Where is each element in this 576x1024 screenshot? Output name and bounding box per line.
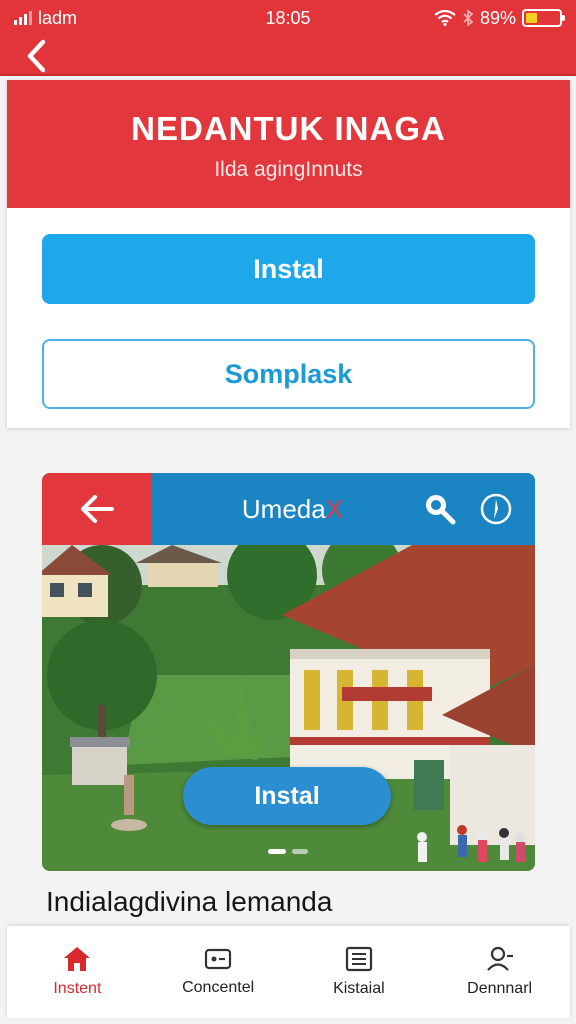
battery-icon <box>522 9 565 27</box>
pager-dot-active[interactable] <box>268 849 286 854</box>
secondary-button[interactable]: Somplask <box>42 339 535 409</box>
person-icon <box>486 946 514 972</box>
tab-concentel[interactable]: Concentel <box>148 926 289 1018</box>
tab-kistaial[interactable]: Kistaial <box>289 926 430 1018</box>
tab-label: Concentel <box>182 979 255 996</box>
arrow-left-icon <box>79 494 115 524</box>
chevron-left-icon <box>25 39 47 73</box>
nav-header <box>0 36 576 76</box>
status-bar: ladm 18:05 89% <box>0 0 576 36</box>
list-icon <box>345 946 373 972</box>
status-left: ladm <box>14 8 77 29</box>
install-button[interactable]: Instal <box>42 234 535 304</box>
tab-label: Instent <box>53 980 102 997</box>
battery-level <box>526 13 537 23</box>
media-title-suffix: X <box>325 493 344 524</box>
battery-percent: 89% <box>479 7 516 28</box>
bottom-nav: Instent Concentel Kistaial Dennnarl <box>7 926 570 1018</box>
media-title: UmedaX <box>152 494 423 525</box>
status-time: 18:05 <box>265 7 311 28</box>
signal-icon <box>14 11 32 25</box>
status-right: 89% <box>434 7 565 29</box>
page-subtitle: Ilda agingInnuts <box>214 158 363 181</box>
media-toolbar: UmedaX <box>42 473 535 545</box>
top-card: NEDANTUK INAGA Ilda agingInnuts Instal S… <box>7 80 570 428</box>
carrier-label: ladm <box>38 7 78 28</box>
media-back-button[interactable] <box>42 473 152 545</box>
tab-label: Kistaial <box>333 980 385 997</box>
media-card: UmedaX Instal <box>42 473 535 871</box>
home-icon <box>63 946 91 972</box>
media-caption: Indialagdivina lemanda <box>46 886 333 917</box>
media-title-text: Umeda <box>241 493 326 524</box>
wifi-icon <box>434 10 456 26</box>
bluetooth-icon <box>462 9 474 27</box>
back-button[interactable] <box>16 36 56 76</box>
tab-label: Dennnarl <box>467 980 533 997</box>
media-actions <box>423 492 535 526</box>
hero-banner: NEDANTUK INAGA Ilda agingInnuts <box>7 80 570 208</box>
card-icon <box>204 947 232 971</box>
tab-instent[interactable]: Instent <box>7 926 148 1018</box>
compass-icon[interactable] <box>479 492 513 526</box>
pager-dot[interactable] <box>292 849 308 854</box>
search-icon[interactable] <box>423 492 457 526</box>
carousel-pager[interactable] <box>268 849 308 854</box>
tab-dennnarl[interactable]: Dennnarl <box>429 926 570 1018</box>
page-title: NEDANTUK INAGA <box>131 110 446 147</box>
overlay-install-button[interactable]: Instal <box>183 767 391 825</box>
